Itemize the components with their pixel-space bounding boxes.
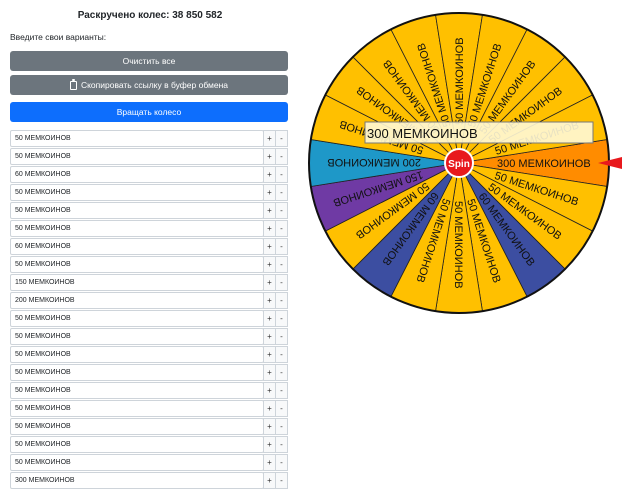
spin-hub-label: Spin bbox=[448, 159, 470, 170]
wheel-segment-label: 50 МЕМКОИНОВ bbox=[452, 201, 464, 289]
wheel-segment-label: 200 МЕМКОИНОВ bbox=[327, 156, 421, 168]
result-text: 300 МЕМКОИНОВ bbox=[367, 126, 478, 141]
wheel-segment-label: 300 МЕМКОИНОВ bbox=[497, 158, 591, 170]
prize-wheel[interactable]: 300 МЕМКОИНОВ50 МЕМКОИНОВ50 МЕМКОИНОВ60 … bbox=[0, 0, 640, 495]
wheel-segment-label: 50 МЕМКОИНОВ bbox=[454, 37, 466, 125]
